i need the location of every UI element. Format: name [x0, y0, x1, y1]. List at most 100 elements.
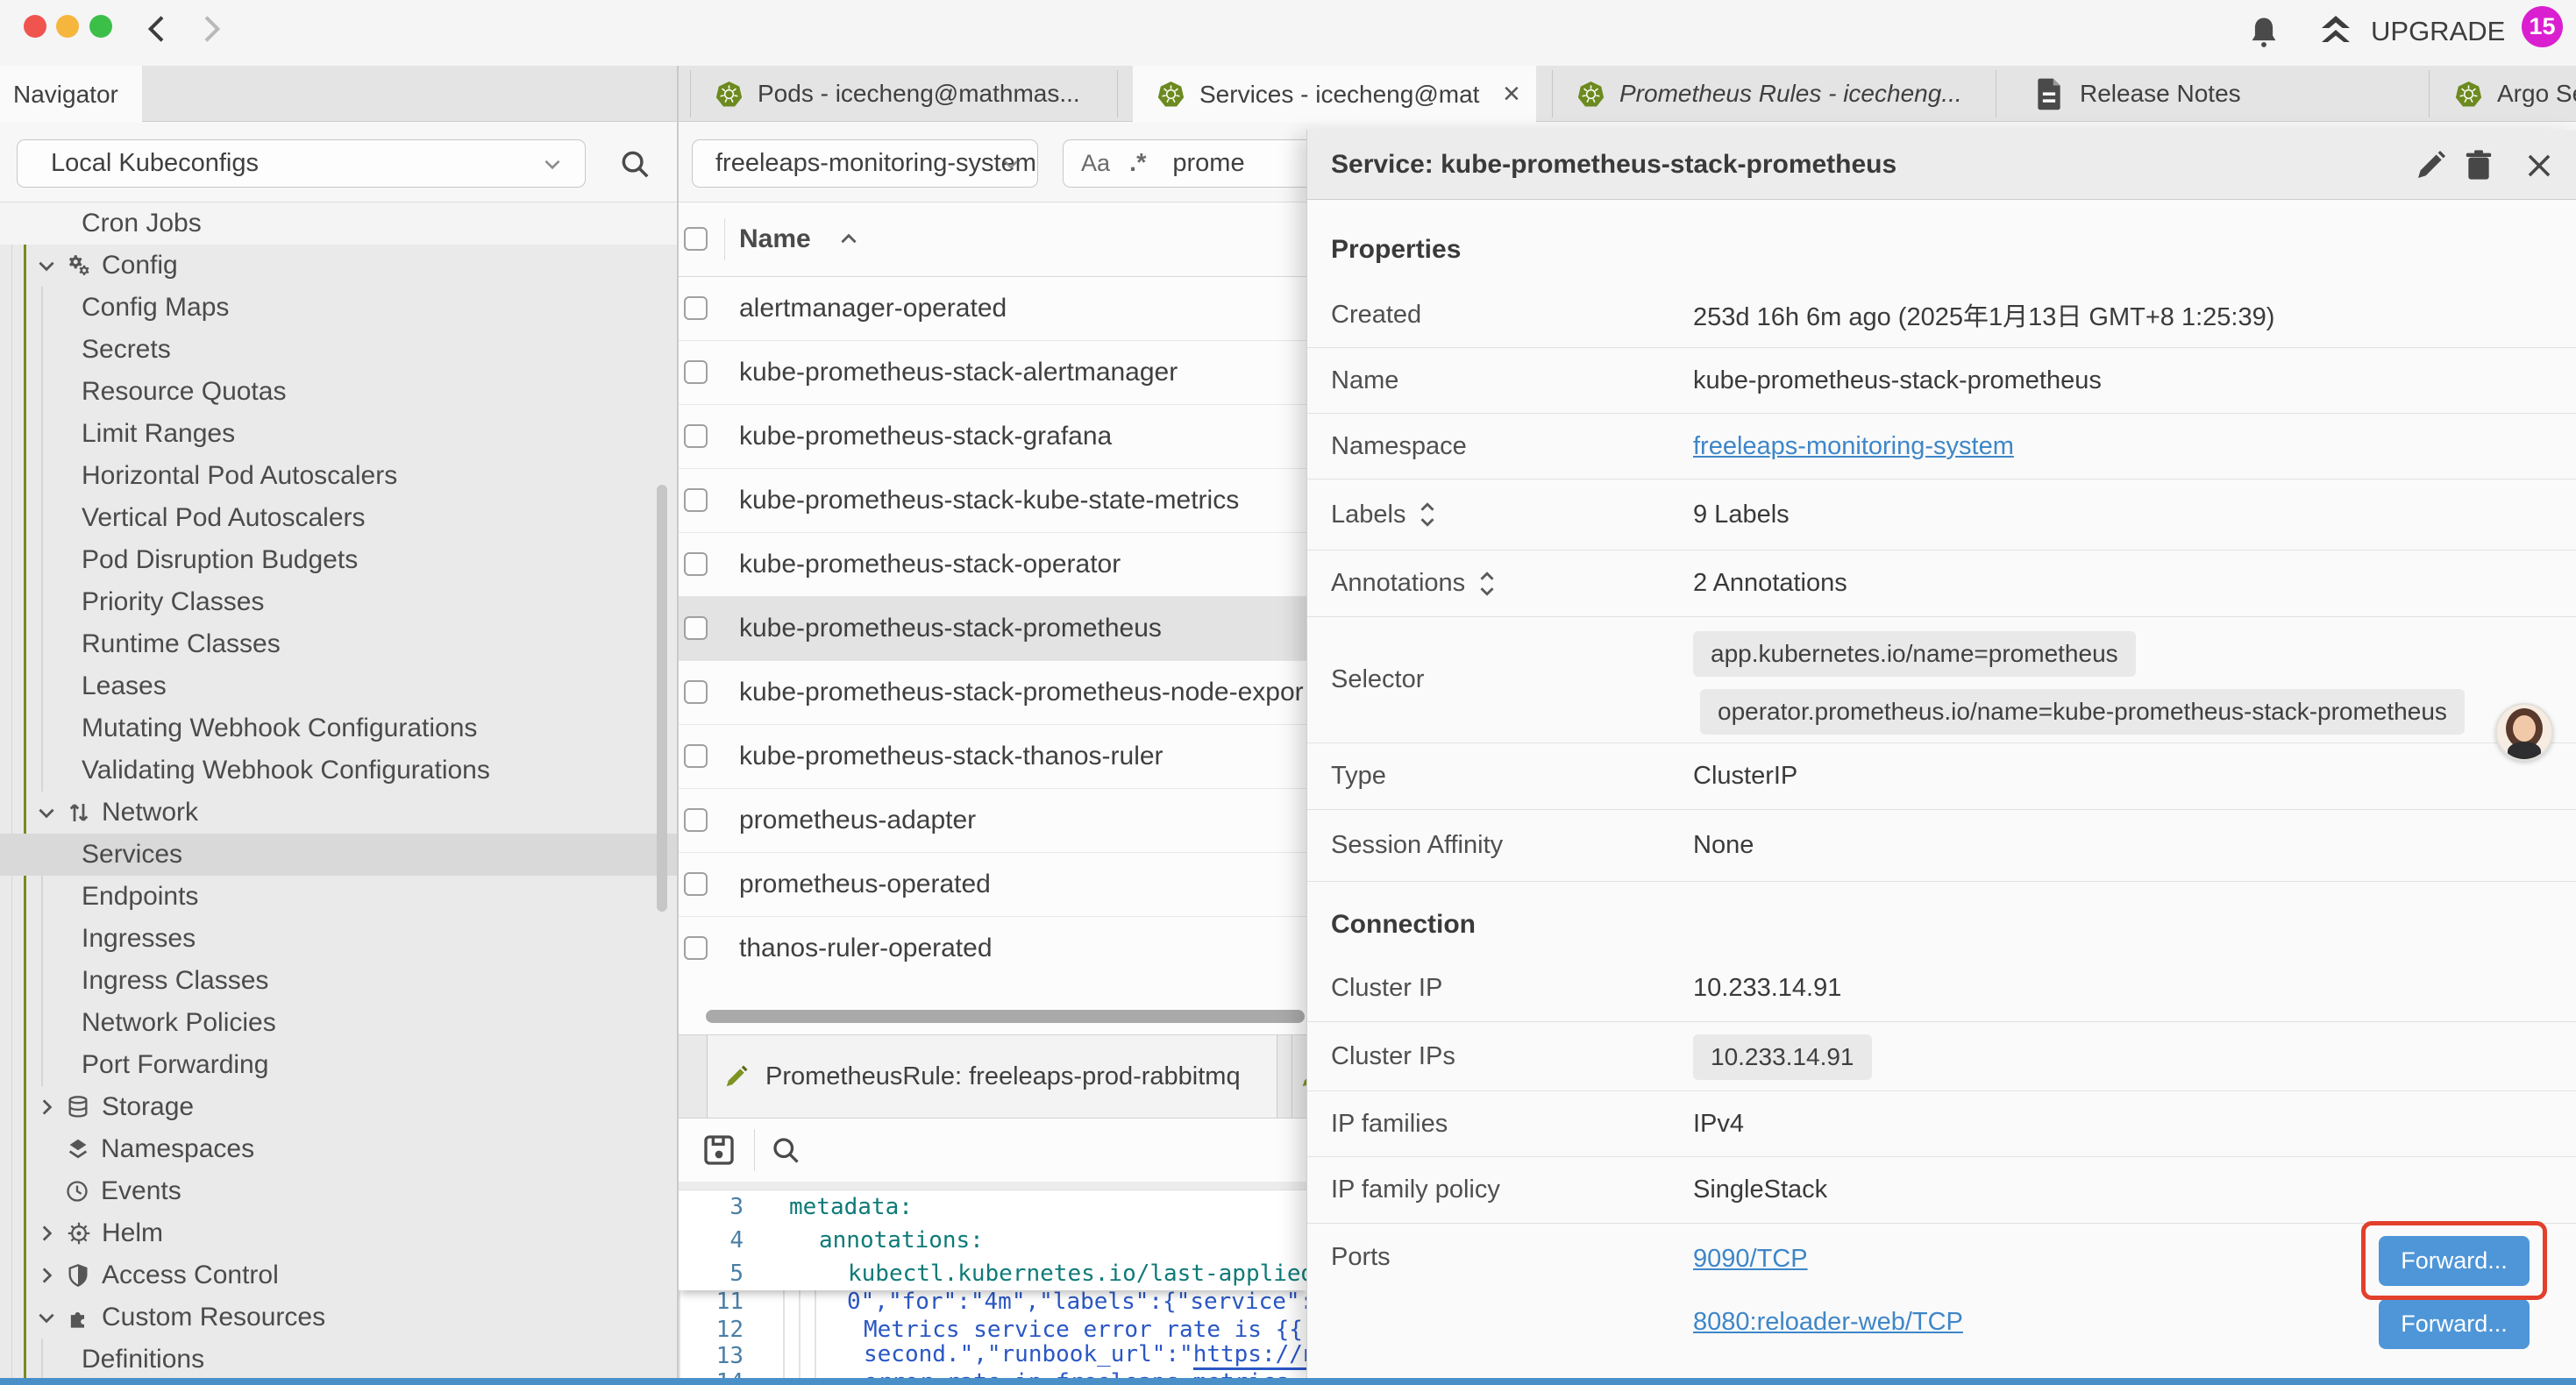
close-panel-icon[interactable] [2523, 149, 2556, 182]
zoom-window-button[interactable] [89, 15, 112, 38]
row-checkbox[interactable] [684, 680, 708, 704]
kubeconfig-select[interactable]: Local Kubeconfigs [17, 139, 586, 188]
tab-pods[interactable]: Pods - icecheng@mathmas... [691, 66, 1117, 122]
row-checkbox[interactable] [684, 936, 708, 960]
sidebar-item-definitions[interactable]: Definitions [0, 1339, 677, 1378]
search-input[interactable]: Aa .* prome [1063, 139, 1306, 188]
sidebar-item-network-policies[interactable]: Network Policies [0, 1002, 677, 1044]
sidebar-item-validating-webhook-configurations[interactable]: Validating Webhook Configurations [0, 749, 677, 792]
row-checkbox[interactable] [684, 488, 708, 512]
close-tab-icon[interactable]: × [1503, 77, 1520, 111]
sidebar-scrollbar[interactable] [657, 485, 667, 912]
notifications-bell-icon[interactable] [2245, 12, 2283, 53]
sidebar-item-services[interactable]: Services [0, 834, 677, 876]
row-checkbox[interactable] [684, 872, 708, 896]
sidebar-item-priority-classes[interactable]: Priority Classes [0, 581, 677, 623]
table-row[interactable]: kube-prometheus-stack-kube-state-metrics [679, 469, 1306, 533]
table-row[interactable]: thanos-ruler-operated [679, 917, 1306, 981]
row-checkbox[interactable] [684, 424, 708, 448]
sidebar-item-ingresses[interactable]: Ingresses [0, 918, 677, 960]
chevron-right-icon[interactable] [35, 1096, 58, 1119]
sidebar-item-config[interactable]: Config [0, 245, 677, 287]
chevron-right-icon[interactable] [35, 1222, 58, 1245]
sidebar-item-network[interactable]: Network [0, 792, 677, 834]
namespace-select[interactable]: freeleaps-monitoring-system [692, 139, 1038, 188]
table-row-selected[interactable]: kube-prometheus-stack-prometheus [679, 597, 1306, 661]
row-checkbox[interactable] [684, 360, 708, 384]
tab-navigator[interactable]: Navigator [0, 66, 142, 123]
tab-prometheus-rules[interactable]: Prometheus Rules - icecheng... [1553, 66, 1996, 122]
sidebar-item-horizontal-pod-autoscalers[interactable]: Horizontal Pod Autoscalers [0, 455, 677, 497]
sidebar-item-namespaces[interactable]: Namespaces [0, 1128, 677, 1170]
avatar[interactable] [2495, 703, 2553, 761]
row-checkbox[interactable] [684, 808, 708, 832]
regex-toggle[interactable]: .* [1129, 149, 1146, 178]
chevron-down-icon[interactable] [35, 801, 58, 824]
runbook-url-link[interactable]: https://net [1193, 1341, 1306, 1370]
sidebar-item-helm[interactable]: Helm [0, 1212, 677, 1254]
sidebar-item-ingress-classes[interactable]: Ingress Classes [0, 960, 677, 1002]
port-link-9090[interactable]: 9090/TCP [1693, 1245, 1808, 1274]
editor-tab-prometheusrule[interactable]: PrometheusRule: freeleaps-prod-rabbitmq [707, 1035, 1277, 1118]
edit-icon[interactable] [2414, 147, 2449, 182]
forward-button[interactable] [193, 11, 228, 46]
sidebar-item-cron-jobs[interactable]: Cron Jobs [0, 202, 677, 245]
sidebar-item-custom-resources[interactable]: Custom Resources [0, 1296, 677, 1339]
sidebar-item-pod-disruption-budgets[interactable]: Pod Disruption Budgets [0, 539, 677, 581]
table-row[interactable]: alertmanager-operated [679, 277, 1306, 341]
horizontal-scrollbar[interactable] [706, 1010, 1305, 1023]
namespace-link[interactable]: freeleaps-monitoring-system [1693, 432, 2014, 461]
account-badge[interactable]: 15 [2522, 6, 2563, 47]
tab-argo[interactable]: Argo Se [2430, 66, 2576, 122]
row-checkbox[interactable] [684, 552, 708, 576]
sidebar-item-secrets[interactable]: Secrets [0, 329, 677, 371]
table-row[interactable]: kube-prometheus-stack-operator [679, 533, 1306, 597]
sidebar-item-runtime-classes[interactable]: Runtime Classes [0, 623, 677, 665]
table-row[interactable]: prometheus-adapter [679, 789, 1306, 853]
tab-release-notes[interactable]: Release Notes [1997, 66, 2429, 122]
chevron-down-icon[interactable] [35, 1306, 58, 1329]
sidebar-item-access-control[interactable]: Access Control [0, 1254, 677, 1296]
sidebar-item-vertical-pod-autoscalers[interactable]: Vertical Pod Autoscalers [0, 497, 677, 539]
sidebar-item-mutating-webhook-configurations[interactable]: Mutating Webhook Configurations [0, 707, 677, 749]
match-case-toggle[interactable]: Aa [1081, 150, 1110, 177]
sidebar-item-leases[interactable]: Leases [0, 665, 677, 707]
sidebar-item-port-forwarding[interactable]: Port Forwarding [0, 1044, 677, 1086]
tab-services[interactable]: Services - icecheng@math... × [1133, 66, 1536, 123]
port-link-8080[interactable]: 8080:reloader-web/TCP [1693, 1308, 1963, 1337]
row-checkbox[interactable] [684, 296, 708, 320]
table-row[interactable]: kube-prometheus-stack-prometheus-node-ex… [679, 661, 1306, 725]
sidebar-item-limit-ranges[interactable]: Limit Ranges [0, 413, 677, 455]
sidebar-item-resource-quotas[interactable]: Resource Quotas [0, 371, 677, 413]
sidebar-search-icon[interactable] [618, 147, 651, 181]
service-name: thanos-ruler-operated [739, 934, 993, 963]
name-column-header[interactable]: Name [739, 202, 860, 276]
upgrade-button[interactable]: UPGRADE [2315, 11, 2505, 53]
expand-collapse-icon[interactable] [1418, 500, 1437, 529]
row-checkbox[interactable] [684, 616, 708, 640]
line-text: kubectl.kubernetes.io/last-applied-co [848, 1257, 1306, 1290]
sidebar-item-config-maps[interactable]: Config Maps [0, 287, 677, 329]
sidebar-item-label: Pod Disruption Budgets [82, 545, 358, 575]
table-row[interactable]: prometheus-operated [679, 853, 1306, 917]
select-all-checkbox[interactable] [684, 227, 708, 251]
table-row[interactable]: kube-prometheus-stack-alertmanager [679, 341, 1306, 405]
table-row[interactable]: kube-prometheus-stack-grafana [679, 405, 1306, 469]
sidebar-item-events[interactable]: Events [0, 1170, 677, 1212]
editor-search-icon[interactable] [770, 1134, 801, 1166]
table-row[interactable]: kube-prometheus-stack-thanos-ruler [679, 725, 1306, 789]
editor-tab-partial[interactable] [1292, 1035, 1306, 1118]
yaml-editor[interactable]: 11 0","for":"4m","labels":{"service":" 1… [679, 1190, 1306, 1378]
chevron-down-icon[interactable] [35, 254, 58, 277]
back-button[interactable] [140, 11, 175, 46]
expand-collapse-icon[interactable] [1477, 569, 1497, 599]
chevron-right-icon[interactable] [35, 1264, 58, 1287]
minimize-window-button[interactable] [56, 15, 79, 38]
save-icon[interactable] [701, 1133, 737, 1168]
close-window-button[interactable] [24, 15, 46, 38]
sidebar-item-endpoints[interactable]: Endpoints [0, 876, 677, 918]
sidebar-item-storage[interactable]: Storage [0, 1086, 677, 1128]
delete-icon[interactable] [2461, 147, 2496, 182]
row-checkbox[interactable] [684, 744, 708, 768]
forward-port-button[interactable]: Forward... [2379, 1299, 2530, 1349]
